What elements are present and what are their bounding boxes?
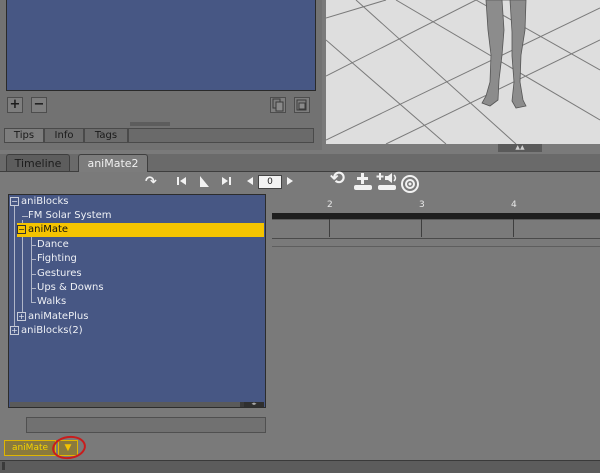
go-to-end-icon[interactable]	[220, 175, 232, 190]
tree-item-animateplus[interactable]: + aniMatePlus	[17, 310, 88, 324]
tree-item-aniblocks[interactable]: − aniBlocks	[10, 195, 69, 209]
timeline-track[interactable]	[272, 219, 600, 239]
tree-scrollbar-thumb[interactable]	[10, 402, 240, 407]
target-icon[interactable]	[400, 174, 420, 197]
step-forward-icon[interactable]	[284, 175, 296, 190]
add-track-icon[interactable]	[352, 172, 374, 195]
expand-icon[interactable]: +	[10, 325, 19, 335]
go-to-start-icon[interactable]	[176, 175, 188, 190]
tree-connector	[31, 288, 36, 289]
refresh-icon[interactable]: ⟲	[330, 170, 345, 188]
tab-tags[interactable]: Tags	[84, 128, 128, 143]
tree-item-fighting[interactable]: Fighting	[37, 252, 77, 266]
play-icon[interactable]	[198, 175, 210, 192]
tree-connector	[31, 302, 36, 303]
tree-item-fm-solar-system[interactable]: FM Solar System	[28, 209, 112, 223]
status-grip[interactable]	[2, 462, 5, 470]
collapse-icon[interactable]: −	[17, 224, 26, 234]
tab-animate2[interactable]: aniMate2	[78, 154, 148, 172]
redo-icon[interactable]: ↷	[145, 175, 157, 189]
tree-item-aniblocks-2[interactable]: + aniBlocks(2)	[10, 324, 83, 338]
add-button[interactable]: +	[7, 97, 23, 113]
viewport-scene	[326, 0, 600, 144]
track-divider	[513, 219, 514, 237]
tree-item-gestures[interactable]: Gestures	[37, 267, 82, 281]
tree-connector	[14, 206, 15, 332]
expand-icon[interactable]: +	[17, 311, 26, 321]
ruler-label: 3	[419, 200, 425, 210]
viewport-3d[interactable]	[326, 0, 600, 144]
ruler-label: 2	[327, 200, 333, 210]
panel-resize-grip[interactable]	[130, 122, 170, 126]
frame-input[interactable]: 0	[258, 175, 282, 189]
tab-info[interactable]: Info	[44, 128, 84, 143]
tab-strip-filler	[128, 128, 314, 143]
tree-connector	[31, 245, 36, 246]
ruler-label: 4	[511, 200, 517, 210]
add-sound-icon[interactable]	[376, 172, 400, 195]
tree-connector	[31, 236, 32, 303]
tree-item-ups-and-downs[interactable]: Ups & Downs	[37, 281, 104, 295]
tree-item-dance[interactable]: Dance	[37, 238, 69, 252]
paste-icon[interactable]	[294, 97, 310, 113]
content-list[interactable]	[6, 0, 316, 91]
tree-item-walks[interactable]: Walks	[37, 295, 66, 309]
tree-connector	[31, 259, 36, 260]
collapse-icon[interactable]: −	[10, 196, 19, 206]
track-divider	[421, 219, 422, 237]
track-divider	[329, 219, 330, 237]
description-field[interactable]	[26, 417, 266, 433]
step-back-icon[interactable]	[244, 175, 256, 190]
tree-item-animate-selected[interactable]: − aniMate	[17, 223, 264, 237]
tree-connector	[31, 274, 36, 275]
category-dropdown[interactable]: aniMate	[4, 440, 56, 456]
track-separator	[272, 246, 600, 247]
copy-icon[interactable]	[270, 97, 286, 113]
remove-button[interactable]: −	[31, 97, 47, 113]
scroll-arrows-icon[interactable]: ◂▸	[244, 402, 264, 407]
annotation-circle	[50, 433, 88, 462]
viewport-collapse-tab[interactable]: ▲▲	[498, 144, 542, 152]
status-bar	[0, 460, 600, 473]
tab-timeline[interactable]: Timeline	[6, 154, 70, 172]
tab-tips[interactable]: Tips	[4, 128, 44, 143]
